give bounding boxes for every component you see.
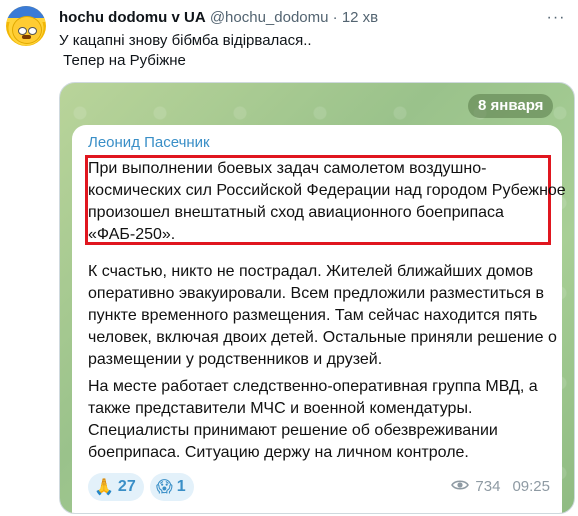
reaction-scream[interactable]: 😱 1 — [150, 473, 194, 501]
paragraph-line: При выполнении боевых задач самолетом во… — [88, 160, 487, 177]
more-options-icon[interactable]: ··· — [546, 8, 566, 28]
paragraph-line: космических сил Российской Федерации над… — [88, 182, 566, 199]
reaction-pray[interactable]: 🙏 27 — [88, 473, 144, 501]
tweet-header: hochu dodomu v UA @hochu_dodomu · 12 хв — [59, 8, 378, 28]
paragraph-line: «ФАБ-250». — [88, 226, 176, 243]
avatar-eye-left — [18, 27, 27, 35]
avatar-face-icon — [12, 16, 42, 44]
message-bubble: Леонид Пасечник При выполнении боевых за… — [72, 125, 566, 513]
user-handle[interactable]: @hochu_dodomu — [210, 9, 329, 26]
pray-icon: 🙏 — [94, 479, 114, 496]
paragraph-3: На месте работает следственно-оперативна… — [88, 376, 548, 464]
reaction-count: 1 — [176, 478, 186, 495]
eye-icon — [451, 478, 470, 495]
views-count: 734 — [475, 478, 501, 495]
paragraph-line: На месте работает следственно-оперативна… — [88, 378, 538, 395]
scream-icon: 😱 — [156, 479, 173, 496]
paragraph-line: боеприпаса. Ситуацию держу на личном кон… — [88, 444, 469, 461]
separator-dot: · — [332, 9, 338, 26]
tweet-text: У кацапні знову бібмба відірвалася.. Теп… — [59, 32, 312, 69]
paragraph-line: пункте временного размещения. Там сейчас… — [88, 307, 538, 324]
paragraph-line: К счастью, никто не пострадал. Жителей б… — [88, 263, 534, 280]
paragraph-line: Специалисты принимают решение об обезвре… — [88, 422, 498, 439]
message-time: 09:25 — [512, 478, 550, 495]
message-author: Леонид Пасечник — [88, 134, 210, 151]
avatar-eye-right — [28, 27, 37, 35]
paragraph-line: оперативно эвакуировали. Всем предложили… — [88, 285, 544, 302]
highlighted-paragraph: При выполнении боевых задач самолетом во… — [88, 158, 566, 246]
tweet-media-image[interactable]: 8 января Леонид Пасечник При выполнении … — [59, 82, 575, 514]
paragraph-line: также представители МЧС и военной коменд… — [88, 400, 473, 417]
display-name[interactable]: hochu dodomu v UA — [59, 9, 206, 26]
paragraph-line: человек, включая двоих детей. Остальные … — [88, 329, 557, 346]
date-pill: 8 января — [468, 94, 554, 118]
avatar-mouth — [22, 35, 31, 39]
paragraph-line: размещении у родственников и друзей. — [88, 351, 383, 368]
paragraph-2: К счастью, никто не пострадал. Жителей б… — [88, 261, 557, 371]
paragraph-line: произошел внештатный сход авиационного б… — [88, 204, 504, 221]
reaction-count: 27 — [117, 478, 136, 495]
message-meta: 734 09:25 — [451, 478, 550, 495]
tweet-timestamp[interactable]: 12 хв — [342, 9, 378, 26]
avatar[interactable] — [6, 6, 46, 46]
